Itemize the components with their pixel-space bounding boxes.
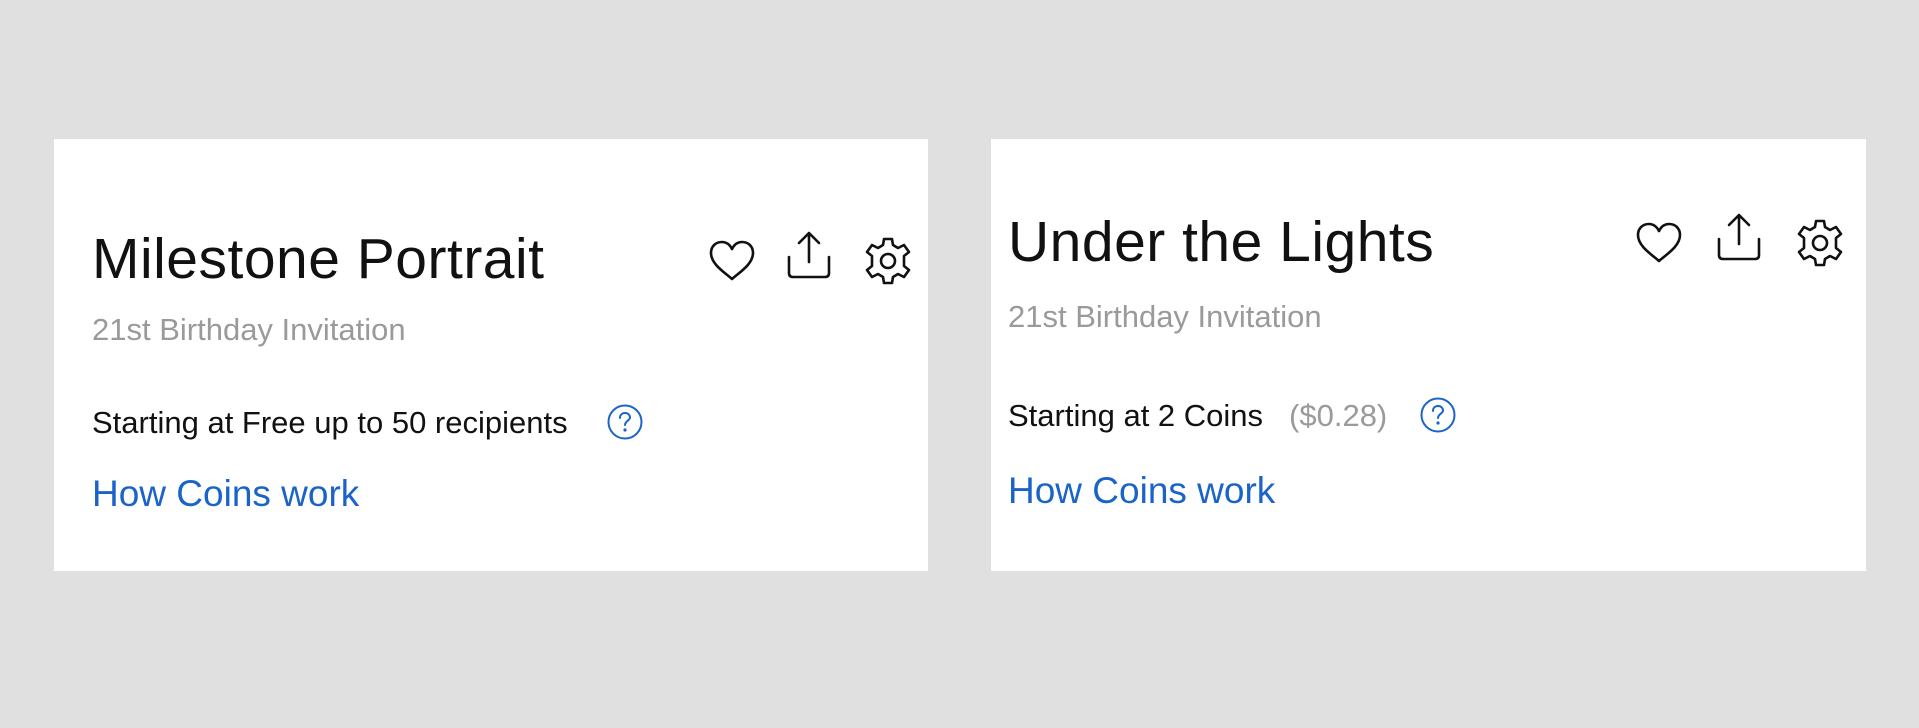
- product-card-milestone-portrait: Milestone Portrait 21st Birthday Invitat…: [54, 139, 928, 571]
- settings-button[interactable]: [860, 233, 916, 289]
- heart-icon: [1631, 215, 1687, 271]
- how-coins-work-link[interactable]: How Coins work: [1008, 472, 1275, 509]
- price-usd-equivalent: ($0.28): [1289, 397, 1388, 433]
- favorite-button[interactable]: [1631, 215, 1687, 271]
- share-icon: [781, 227, 837, 283]
- gear-icon: [1792, 215, 1848, 271]
- settings-button[interactable]: [1792, 215, 1848, 271]
- price-text: Starting at Free up to 50 recipients: [92, 404, 568, 440]
- help-icon[interactable]: [606, 403, 644, 441]
- heart-icon: [704, 233, 760, 289]
- share-button[interactable]: [781, 227, 837, 283]
- how-coins-work-link[interactable]: How Coins work: [92, 475, 359, 512]
- card-subtitle: 21st Birthday Invitation: [92, 312, 406, 347]
- card-title: Under the Lights: [1008, 210, 1435, 274]
- help-icon[interactable]: [1419, 396, 1457, 434]
- price-row: Starting at Free up to 50 recipients: [92, 402, 644, 442]
- price-row: Starting at 2 Coins ($0.28): [1008, 395, 1457, 435]
- share-icon: [1711, 209, 1767, 265]
- price-text: Starting at 2 Coins: [1008, 397, 1264, 433]
- favorite-button[interactable]: [704, 233, 760, 289]
- product-card-under-the-lights: Under the Lights 21st Birthday Invitatio…: [991, 139, 1866, 571]
- card-subtitle: 21st Birthday Invitation: [1008, 299, 1322, 334]
- card-title: Milestone Portrait: [92, 227, 545, 291]
- share-button[interactable]: [1711, 209, 1767, 265]
- gear-icon: [860, 233, 916, 289]
